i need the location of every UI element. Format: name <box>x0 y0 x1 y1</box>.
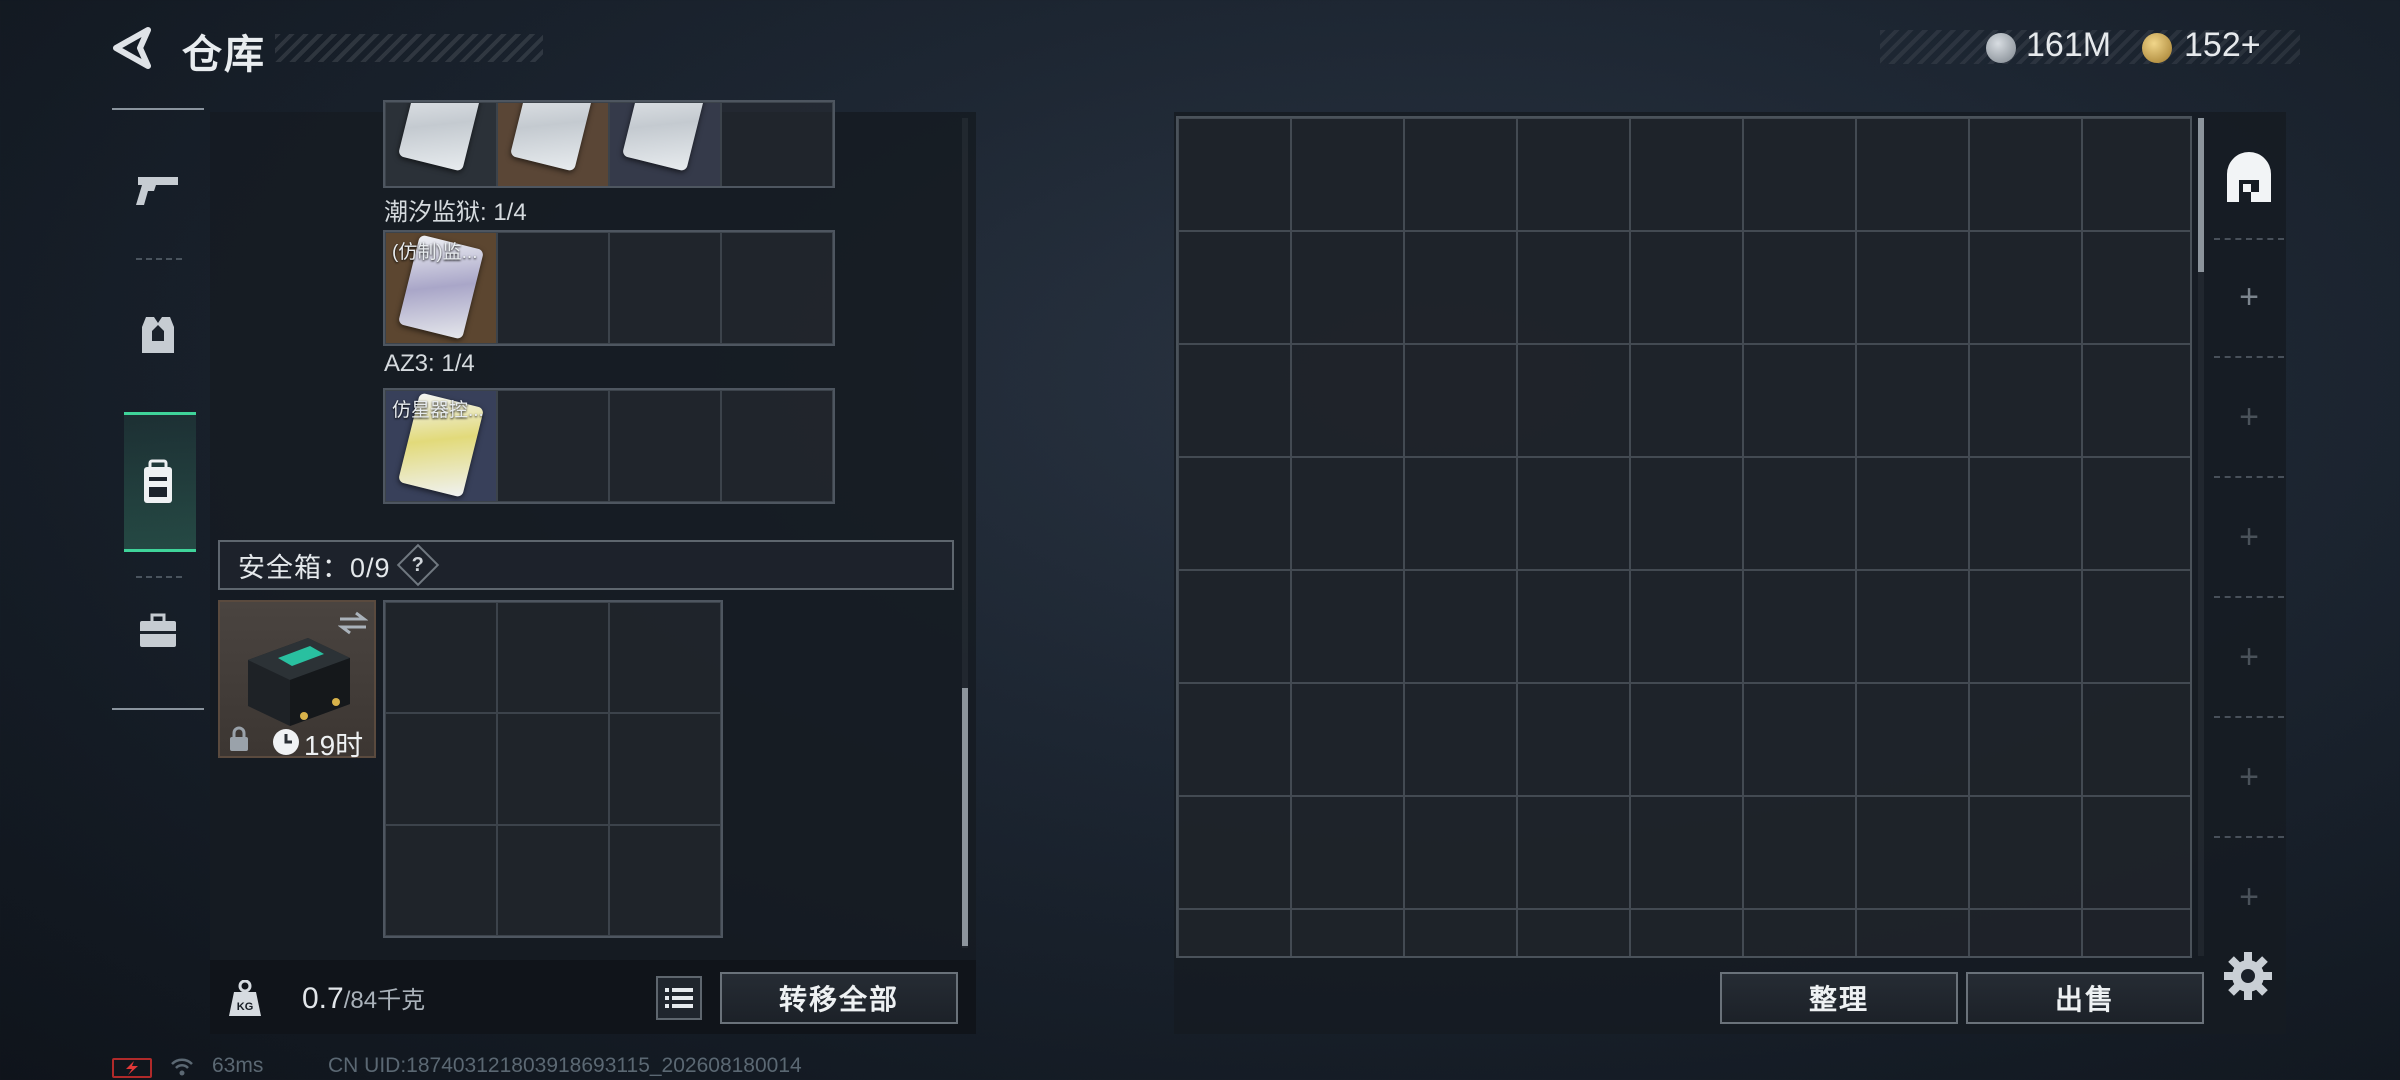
warehouse-icon <box>2227 152 2271 202</box>
briefcase-icon <box>140 613 176 647</box>
tab-divider <box>2214 596 2284 598</box>
container-label: AZ3: 1/4 <box>384 350 475 377</box>
list-view-button[interactable] <box>656 976 702 1020</box>
inventory-slot[interactable] <box>609 232 721 344</box>
plus-icon: + <box>2239 517 2259 556</box>
safe-box-item[interactable]: 19时 <box>218 600 376 761</box>
safe-box-header: 安全箱：0/9 ? <box>218 540 954 590</box>
inventory-slot[interactable] <box>385 713 497 825</box>
inventory-slot[interactable] <box>497 102 609 186</box>
container-label: 潮汐监狱: 1/4 <box>384 199 527 226</box>
inventory-slot[interactable] <box>385 602 497 714</box>
current-weight: 0.7 <box>302 982 344 1015</box>
safe-box-grid[interactable] <box>383 600 723 938</box>
item-name: 仿星器控... <box>392 400 484 421</box>
tab-divider <box>2214 836 2284 838</box>
add-warehouse-tab[interactable]: + <box>2212 742 2286 812</box>
uid-text: CN UID:1874031218039186931​15_2026081800… <box>328 1054 802 1077</box>
max-weight: /84千克 <box>343 987 426 1014</box>
plus-icon: + <box>2239 277 2259 316</box>
nav-divider <box>136 576 182 578</box>
lock-icon <box>230 726 248 751</box>
tab-divider <box>2214 356 2284 358</box>
inventory-slot[interactable] <box>497 824 609 936</box>
back-button[interactable] <box>110 26 154 70</box>
page-title: 仓库 <box>182 33 266 77</box>
settings-gear-icon[interactable] <box>2222 950 2274 1002</box>
back-arrow-icon <box>113 27 151 69</box>
container-grid-top[interactable] <box>383 100 835 188</box>
add-warehouse-tab[interactable]: + <box>2212 502 2286 572</box>
battery-icon <box>112 1058 152 1078</box>
inventory-slot[interactable] <box>609 102 721 186</box>
inventory-slot[interactable] <box>497 232 609 344</box>
swap-icon[interactable] <box>338 610 368 636</box>
clock-icon <box>273 729 299 755</box>
warehouse-tab-main[interactable] <box>2212 128 2286 228</box>
container-grid[interactable]: 仿星器控... <box>383 388 835 504</box>
nav-weapons-tab[interactable] <box>124 154 192 224</box>
tab-divider <box>2214 238 2284 240</box>
inventory-slot[interactable] <box>609 390 721 502</box>
help-icon: ? <box>411 553 424 576</box>
inventory-slot[interactable]: 仿星器控... <box>385 390 497 502</box>
warehouse-scrollbar-thumb[interactable] <box>2198 118 2204 272</box>
inventory-slot[interactable] <box>609 713 721 825</box>
plus-icon: + <box>2239 757 2259 796</box>
transfer-all-button[interactable]: 转移全部 <box>720 972 958 1024</box>
inventory-slot[interactable] <box>497 713 609 825</box>
inventory-slot[interactable] <box>609 602 721 714</box>
inventory-slot[interactable] <box>721 102 833 186</box>
safe-case-image <box>248 638 350 726</box>
weight-unit-label: KG <box>237 1001 254 1013</box>
sort-button[interactable]: 整理 <box>1720 972 1958 1024</box>
add-warehouse-tab[interactable]: + <box>2212 622 2286 692</box>
plus-icon: + <box>2239 877 2259 916</box>
tab-divider <box>2214 716 2284 718</box>
help-button[interactable]: ? <box>396 543 439 587</box>
silver-coin-icon <box>1986 33 2016 63</box>
item-name: (仿制)监... <box>392 242 478 263</box>
plus-icon: + <box>2239 637 2259 676</box>
container-grid[interactable]: (仿制)监... <box>383 230 835 346</box>
armor-vest-icon <box>142 317 174 353</box>
inventory-slot[interactable] <box>721 232 833 344</box>
safe-box-label: 安全箱：0/9 <box>238 552 391 583</box>
inventory-slot[interactable] <box>385 824 497 936</box>
weight-icon: KG <box>229 980 261 1016</box>
expire-timer: 19时 <box>304 730 364 761</box>
add-warehouse-tab[interactable]: + <box>2212 382 2286 452</box>
inventory-slot[interactable] <box>385 102 497 186</box>
backpack-icon <box>144 459 172 503</box>
nav-bottom-line <box>112 708 204 710</box>
inventory-slot[interactable] <box>609 824 721 936</box>
inventory-slot[interactable] <box>721 390 833 502</box>
plus-icon: + <box>2239 397 2259 436</box>
nav-divider <box>136 258 182 260</box>
add-warehouse-tab[interactable]: + <box>2212 262 2286 332</box>
weight-display: 0.7/84千克 <box>302 980 425 1016</box>
add-warehouse-tab[interactable]: + <box>2212 862 2286 932</box>
nav-top-line <box>112 108 204 110</box>
list-icon <box>665 988 693 1008</box>
inventory-slot[interactable] <box>497 390 609 502</box>
ping-text: 63ms <box>212 1054 264 1077</box>
warehouse-grid[interactable] <box>1176 116 2192 958</box>
nav-case-tab[interactable] <box>124 596 192 666</box>
nav-backpack-tab[interactable] <box>124 448 192 518</box>
scrollbar-thumb[interactable] <box>962 688 968 946</box>
wifi-icon <box>171 1058 193 1076</box>
sell-button[interactable]: 出售 <box>1966 972 2204 1024</box>
gold-coin-icon <box>2142 33 2172 63</box>
gold-currency-value[interactable]: 152+ <box>2184 26 2261 65</box>
inventory-slot[interactable]: (仿制)监... <box>385 232 497 344</box>
silver-currency-value: 161M <box>2026 26 2112 64</box>
title-decoration <box>275 34 543 62</box>
inventory-slot[interactable] <box>497 602 609 714</box>
tab-divider <box>2214 476 2284 478</box>
nav-armor-tab[interactable] <box>124 300 192 370</box>
gun-icon <box>136 177 178 205</box>
